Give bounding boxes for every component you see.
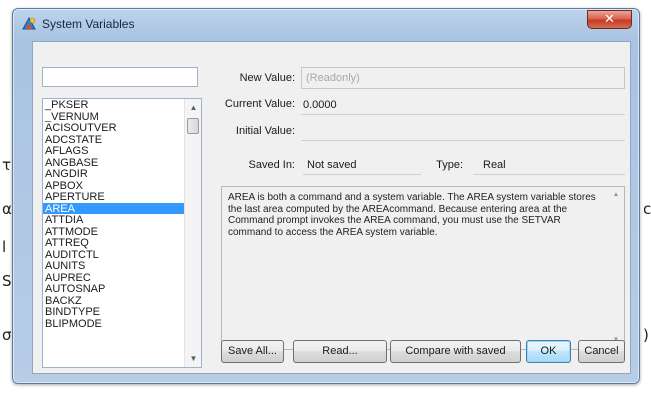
description-scrollbar[interactable]: ▲ ▼ <box>608 187 624 349</box>
variable-search-input[interactable] <box>42 67 198 87</box>
description-scroll-up-icon[interactable]: ▲ <box>608 187 624 204</box>
saved-in-divider <box>303 174 421 175</box>
variable-list-item[interactable]: BACKZ <box>43 295 184 306</box>
background-text: σ <box>2 326 12 344</box>
variable-list-item[interactable]: ATTDIA <box>43 214 184 225</box>
close-button[interactable]: ✕ <box>587 10 632 29</box>
background-text: α <box>2 200 12 218</box>
current-value: 0.0000 <box>303 99 337 111</box>
background-text: S <box>2 272 12 290</box>
dialog-client-area: _PKSER _VERNUM ACISOUTVER ADCSTATE AFLAGS ANG… <box>32 41 631 374</box>
autocad-app-icon <box>21 16 37 32</box>
title-bar[interactable]: System Variables ✕ <box>13 9 639 37</box>
ok-button[interactable]: OK <box>526 340 571 363</box>
initial-value-divider <box>301 140 625 141</box>
type-value: Real <box>483 159 506 171</box>
variable-list-item[interactable]: AFLAGS <box>43 145 184 156</box>
type-divider <box>473 174 625 175</box>
scroll-down-arrow-icon[interactable]: ▼ <box>185 350 201 367</box>
new-value-text: (Readonly) <box>306 72 360 84</box>
variable-list-item[interactable]: AUPREC <box>43 272 184 283</box>
new-value-label: New Value: <box>239 72 295 84</box>
type-label: Type: <box>436 159 463 171</box>
variable-list-item[interactable]: BINDTYPE <box>43 306 184 317</box>
dialog-title: System Variables <box>42 17 135 31</box>
compare-with-saved-button[interactable]: Compare with saved <box>390 340 521 363</box>
new-value-field[interactable]: (Readonly) <box>301 67 625 89</box>
variable-list-item[interactable]: APERTURE <box>43 191 184 202</box>
scroll-up-arrow-icon[interactable]: ▲ <box>185 99 201 116</box>
saved-in-label: Saved In: <box>248 159 295 171</box>
close-icon: ✕ <box>604 11 615 26</box>
variable-list-item[interactable]: BLIPMODE <box>43 318 184 329</box>
variable-list[interactable]: _PKSER _VERNUM ACISOUTVER ADCSTATE AFLAGS ANG… <box>42 98 202 368</box>
system-variables-dialog: System Variables ✕ _PKSER _VERNUM ACISOUTV… <box>12 8 640 384</box>
variable-list-item[interactable]: ANGDIR <box>43 168 184 179</box>
cancel-button[interactable]: Cancel <box>578 340 625 363</box>
current-value-label: Current Value: <box>224 98 295 110</box>
background-text: ) <box>643 326 649 344</box>
save-all-button[interactable]: Save All... <box>221 340 284 363</box>
variable-list-item[interactable]: ANGBASE <box>43 157 184 168</box>
variable-list-item[interactable]: AUTOSNAP <box>43 283 184 294</box>
variable-list-item[interactable]: ADCSTATE <box>43 134 184 145</box>
variable-list-item[interactable]: AREA <box>43 202 184 214</box>
background-text: τ <box>2 156 12 174</box>
variable-list-item[interactable]: _PKSER <box>43 99 184 110</box>
current-value-divider <box>301 114 625 115</box>
initial-value-label: Initial Value: <box>235 125 295 137</box>
variable-list-item[interactable]: AUNITS <box>43 260 184 271</box>
variable-list-item[interactable]: ATTREQ <box>43 237 184 248</box>
variable-list-item[interactable]: AUDITCTL <box>43 249 184 260</box>
description-box[interactable]: AREA is both a command and a system vari… <box>221 186 625 350</box>
saved-in-value: Not saved <box>307 159 357 171</box>
scroll-thumb[interactable] <box>187 118 199 134</box>
variable-list-scrollbar[interactable]: ▲ ▼ <box>184 99 201 367</box>
variable-list-item[interactable]: ATTMODE <box>43 226 184 237</box>
variable-list-item[interactable]: _VERNUM <box>43 111 184 122</box>
variable-list-item[interactable]: APBOX <box>43 180 184 191</box>
background-text: l <box>2 238 7 256</box>
variable-list-items: _PKSER _VERNUM ACISOUTVER ADCSTATE AFLAGS ANG… <box>43 99 184 329</box>
background-text: c <box>643 200 651 218</box>
read-button[interactable]: Read... <box>293 340 387 363</box>
variable-list-item[interactable]: ACISOUTVER <box>43 122 184 133</box>
description-text: AREA is both a command and a system vari… <box>228 192 596 238</box>
